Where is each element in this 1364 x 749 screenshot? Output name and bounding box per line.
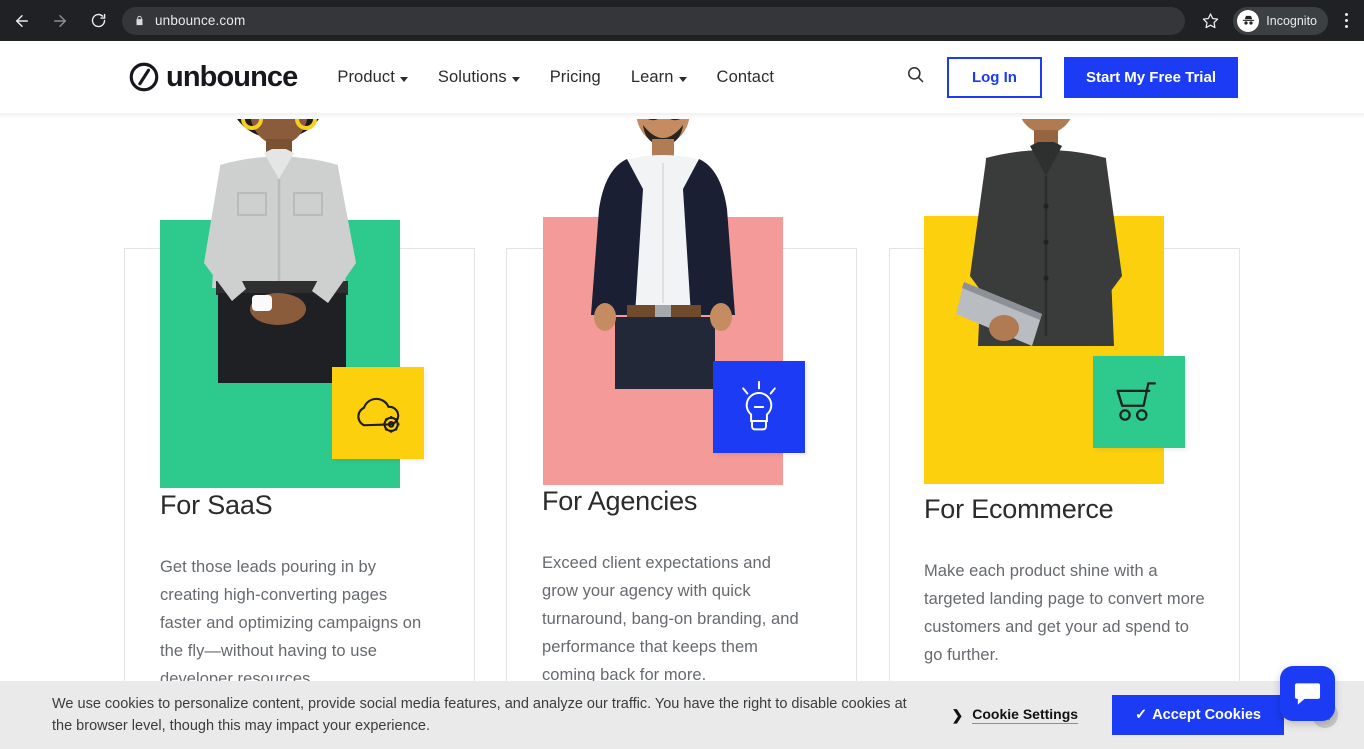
- badge-shopping-cart: [1093, 356, 1185, 448]
- back-button[interactable]: [6, 5, 38, 37]
- nav-item-product[interactable]: Product: [337, 68, 408, 87]
- logo-wordmark: unbounce: [166, 60, 298, 93]
- person-illustration-agencies: [591, 119, 735, 389]
- login-button[interactable]: Log In: [946, 56, 1042, 98]
- kebab-dot: [1344, 19, 1348, 22]
- browser-menu-button[interactable]: [1332, 6, 1360, 36]
- kebab-dot: [1344, 13, 1348, 16]
- card-body-ecommerce: Make each product shine with a targeted …: [924, 562, 1205, 664]
- card-body-saas: Get those leads pouring in by creating h…: [160, 558, 422, 688]
- chevron-right-icon: ❯: [951, 706, 964, 723]
- check-icon: ✓: [1135, 706, 1148, 723]
- card-title-agencies: For Agencies: [542, 486, 698, 516]
- lightbulb-icon: [742, 380, 776, 431]
- chat-widget-button[interactable]: [1280, 666, 1335, 721]
- arrow-right-icon: [54, 14, 66, 27]
- site-header: unbounce Product Solutions Pricing Learn…: [0, 41, 1364, 113]
- nav-label: Solutions: [437, 67, 507, 86]
- incognito-label: Incognito: [1266, 13, 1317, 28]
- incognito-hat-icon: [1237, 9, 1260, 32]
- incognito-glyph: [1242, 15, 1254, 25]
- url-text: unbounce.com: [155, 13, 246, 28]
- search-icon[interactable]: [906, 65, 925, 89]
- chevron-down-icon: [678, 76, 687, 82]
- person-illustration-saas: [204, 119, 356, 383]
- lock-glyph: [136, 15, 143, 26]
- nav-item-pricing[interactable]: Pricing: [550, 68, 601, 87]
- chat-bubble-icon: [1294, 682, 1321, 705]
- arrow-left-icon: [16, 14, 28, 27]
- search-glyph: [907, 67, 924, 83]
- page-content: For SaaS Get those leads pouring in by c…: [0, 119, 1364, 749]
- reload-button[interactable]: [82, 5, 114, 37]
- unbounce-logo[interactable]: unbounce: [129, 60, 298, 94]
- card-title-saas: For SaaS: [160, 490, 273, 520]
- cookie-message: We use cookies to personalize content, p…: [52, 696, 907, 734]
- accept-cookies-label: Accept Cookies: [1152, 706, 1261, 723]
- incognito-profile-button[interactable]: Incognito: [1233, 6, 1328, 35]
- reload-icon: [91, 13, 105, 28]
- address-bar[interactable]: unbounce.com: [122, 6, 1186, 35]
- cloud-gear-icon: [357, 397, 400, 433]
- unbounce-circle-logo: [129, 62, 159, 92]
- badge-lightbulb: [713, 361, 805, 453]
- nav-label: Product: [337, 67, 395, 86]
- bookmark-button[interactable]: [1195, 6, 1225, 36]
- nav-label: Learn: [630, 67, 674, 86]
- cookie-settings-label: Cookie Settings: [972, 706, 1079, 724]
- accept-cookies-button[interactable]: ✓ Accept Cookies: [1112, 694, 1284, 736]
- cookie-settings-button[interactable]: ❯ Cookie Settings: [952, 706, 1079, 724]
- lock-icon: [134, 14, 145, 27]
- cookie-consent-banner: We use cookies to personalize content, p…: [0, 681, 1364, 749]
- nav-label: Pricing: [549, 67, 601, 86]
- card-title-ecommerce: For Ecommerce: [924, 494, 1114, 524]
- badge-cloud-gear: [332, 367, 424, 459]
- nav-item-learn[interactable]: Learn: [631, 68, 687, 87]
- person-illustration-ecommerce: [956, 119, 1122, 346]
- chevron-down-icon: [511, 76, 520, 82]
- start-free-trial-button[interactable]: Start My Free Trial: [1063, 56, 1238, 98]
- card-body-agencies: Exceed client expectations and grow your…: [542, 554, 799, 684]
- main-navigation: Product Solutions Pricing Learn Contact: [337, 68, 774, 87]
- star-icon: [1202, 13, 1218, 29]
- shopping-cart-icon: [1116, 382, 1156, 421]
- nav-label: Contact: [716, 67, 775, 86]
- nav-item-solutions[interactable]: Solutions: [438, 68, 520, 87]
- browser-toolbar: unbounce.com Incognito: [0, 0, 1364, 41]
- header-shadow: [0, 113, 1364, 119]
- nav-item-contact[interactable]: Contact: [717, 68, 775, 87]
- chevron-down-icon: [399, 76, 408, 82]
- kebab-dot: [1344, 25, 1348, 28]
- forward-button[interactable]: [44, 5, 76, 37]
